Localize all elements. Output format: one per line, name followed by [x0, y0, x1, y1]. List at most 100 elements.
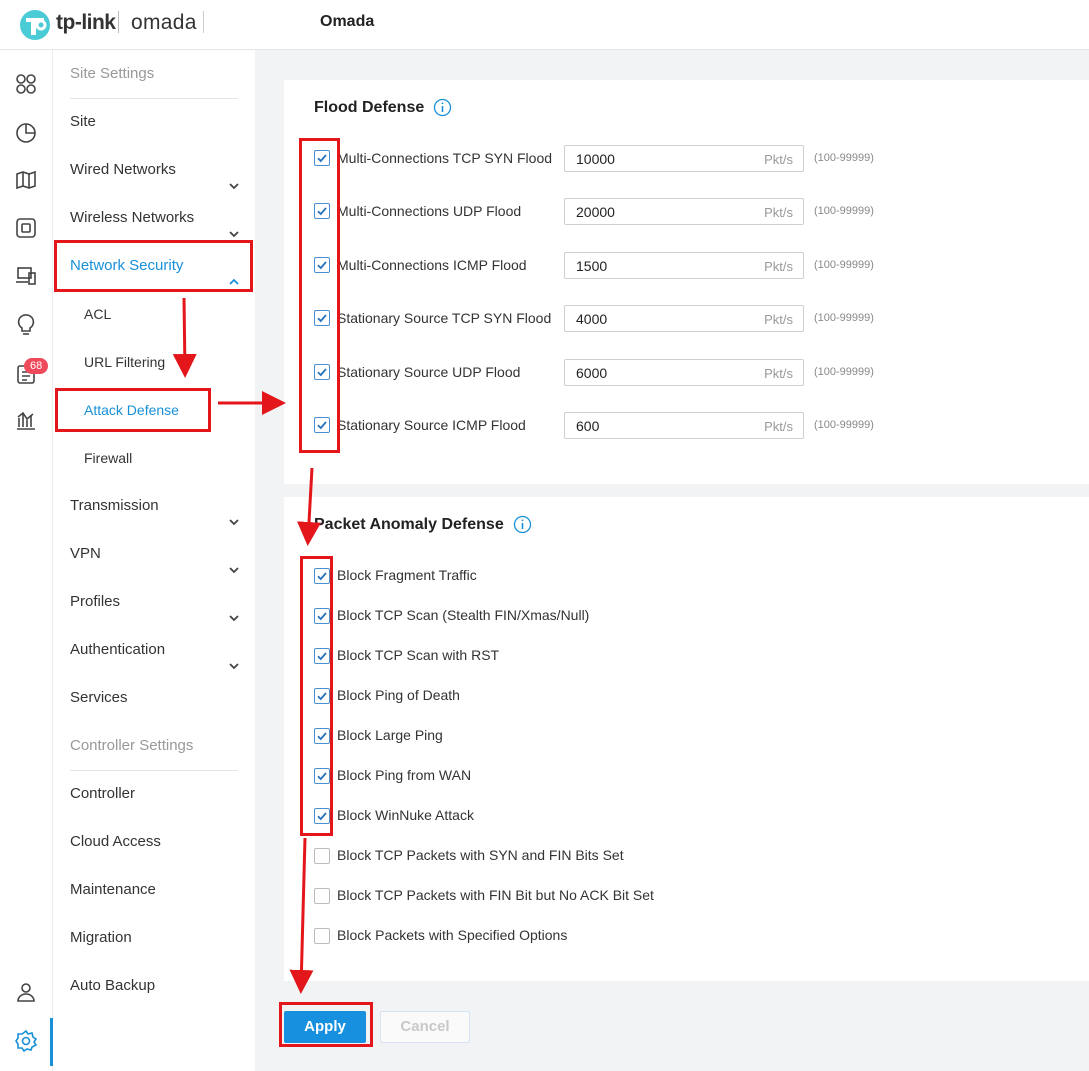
menu-item-migration[interactable]: Migration: [70, 914, 240, 962]
menu-item-wireless-networks[interactable]: Wireless Networks: [70, 194, 240, 242]
threshold-input[interactable]: 20000 Pkt/s: [564, 198, 804, 226]
chevron-down-icon: [228, 212, 240, 238]
threshold-range: (100-99999): [814, 419, 874, 431]
threshold-value: 20000: [576, 204, 615, 221]
anomaly-row-label: Block Packets with Specified Options: [337, 927, 568, 943]
threshold-unit: Pkt/s: [764, 152, 793, 167]
annotation-box-anomaly-checkboxes: [300, 556, 333, 836]
flood-row-label: Multi-Connections ICMP Flood: [337, 256, 527, 273]
insights-icon[interactable]: [14, 312, 38, 336]
account-icon[interactable]: [14, 980, 38, 1004]
menu-item-firewall[interactable]: Firewall: [84, 434, 254, 482]
menu-item-label: Profiles: [70, 593, 121, 610]
anomaly-row-label: Block Large Ping: [337, 727, 443, 743]
menu-item-label: Wireless Networks: [70, 209, 195, 226]
clients-icon[interactable]: [14, 264, 38, 288]
threshold-value: 4000: [576, 311, 608, 328]
menu-item-cloud-access[interactable]: Cloud Access: [70, 818, 240, 866]
menu-item-profiles[interactable]: Profiles: [70, 578, 240, 626]
threshold-unit: Pkt/s: [764, 205, 793, 221]
threshold-input[interactable]: 4000 Pkt/s: [564, 305, 804, 333]
threshold-unit: Pkt/s: [764, 312, 793, 328]
menu-item-label: Wired Networks: [70, 161, 176, 178]
annotation-box-flood-checkboxes: [299, 138, 340, 453]
info-icon[interactable]: [433, 98, 452, 117]
checkbox-unchecked[interactable]: [314, 888, 330, 904]
menu-item-acl[interactable]: ACL: [84, 290, 254, 338]
flood-defense-title: Flood Defense: [314, 99, 425, 116]
threshold-value: 6000: [576, 364, 608, 381]
checkbox-unchecked[interactable]: [314, 928, 330, 944]
cancel-button[interactable]: Cancel: [380, 1011, 470, 1043]
site-title[interactable]: Omada: [320, 13, 374, 31]
settings-menu: Site Settings Site Wired Networks Wirele…: [53, 50, 255, 1071]
anomaly-row-label: Block TCP Packets with SYN and FIN Bits …: [337, 847, 624, 863]
flood-row-label: Stationary Source ICMP Flood: [337, 417, 526, 433]
threshold-range: (100-99999): [814, 365, 874, 378]
dashboard-icon[interactable]: [14, 72, 38, 96]
threshold-input[interactable]: 1500 Pkt/s: [564, 251, 804, 279]
menu-item-site[interactable]: Site: [70, 98, 240, 146]
threshold-value: 10000: [576, 151, 615, 167]
packet-anomaly-title: Packet Anomaly Defense: [314, 516, 504, 533]
threshold-input[interactable]: 600 Pkt/s: [564, 412, 804, 439]
menu-item-label: Transmission: [70, 497, 159, 514]
threshold-input[interactable]: 10000 Pkt/s: [564, 145, 804, 172]
menu-item-wired-networks[interactable]: Wired Networks: [70, 146, 240, 194]
threshold-unit: Pkt/s: [764, 365, 793, 381]
logo-divider: [118, 11, 119, 33]
threshold-range: (100-99999): [814, 258, 874, 271]
threshold-unit: Pkt/s: [764, 258, 793, 274]
top-bar: tp-link omada Omada: [0, 0, 1089, 50]
menu-item-vpn[interactable]: VPN: [70, 530, 240, 578]
flood-defense-card: Flood Defense Multi-Connections TCP SYN …: [284, 80, 1089, 484]
flood-row-label: Multi-Connections TCP SYN Flood: [337, 150, 553, 166]
menu-item-controller[interactable]: Controller: [70, 770, 240, 818]
icon-rail: 68: [0, 50, 53, 1071]
tp-link-logo-icon: [20, 10, 50, 40]
chevron-down-icon: [228, 596, 240, 622]
threshold-value: 1500: [576, 257, 608, 274]
threshold-unit: Pkt/s: [764, 419, 793, 434]
menu-item-maintenance[interactable]: Maintenance: [70, 866, 240, 914]
flood-row-label: Multi-Connections UDP Flood: [337, 203, 522, 220]
settings-icon[interactable]: [14, 1029, 38, 1053]
anomaly-row-label: Block Ping from WAN: [337, 767, 472, 783]
brand-name: tp-link: [56, 11, 116, 34]
chevron-down-icon: [228, 548, 240, 574]
menu-section-controller-settings: Controller Settings: [70, 737, 194, 754]
threshold-range: (100-99999): [814, 205, 874, 218]
anomaly-row-label: Block TCP Scan with RST: [337, 647, 500, 663]
threshold-input[interactable]: 6000 Pkt/s: [564, 358, 804, 386]
menu-item-auto-backup[interactable]: Auto Backup: [70, 962, 240, 1010]
statistics-icon[interactable]: [14, 120, 38, 144]
threshold-range: (100-99999): [814, 312, 874, 325]
menu-item-label: Authentication: [70, 641, 166, 658]
map-icon[interactable]: [14, 168, 38, 192]
packet-anomaly-card: Packet Anomaly Defense Block Fragment Tr…: [284, 497, 1089, 981]
menu-item-label: VPN: [70, 545, 101, 562]
logo-divider: [203, 11, 204, 33]
reports-icon[interactable]: [14, 408, 38, 432]
flood-row-label: Stationary Source TCP SYN Flood: [337, 310, 552, 327]
menu-item-transmission[interactable]: Transmission: [70, 482, 240, 530]
info-icon[interactable]: [513, 515, 532, 534]
annotation-box-attack-defense: [55, 388, 211, 432]
menu-item-authentication[interactable]: Authentication: [70, 626, 240, 674]
devices-icon[interactable]: [14, 216, 38, 240]
anomaly-row-label: Block Fragment Traffic: [337, 567, 477, 583]
annotation-box-apply: [279, 1002, 373, 1047]
menu-section-site-settings: Site Settings: [70, 65, 155, 82]
logs-badge: 68: [24, 358, 49, 374]
checkbox-unchecked[interactable]: [314, 848, 330, 864]
chevron-down-icon: [228, 500, 240, 526]
chevron-down-icon: [228, 164, 240, 190]
menu-item-services[interactable]: Services: [70, 674, 240, 722]
anomaly-row-label: Block Ping of Death: [337, 687, 460, 703]
anomaly-row-label: Block TCP Scan (Stealth FIN/Xmas/Null): [337, 607, 590, 623]
flood-row-label: Stationary Source UDP Flood: [337, 363, 521, 380]
threshold-range: (100-99999): [814, 152, 874, 164]
anomaly-row-label: Block TCP Packets with FIN Bit but No AC…: [337, 887, 654, 903]
threshold-value: 600: [576, 418, 600, 434]
menu-item-url-filtering[interactable]: URL Filtering: [84, 338, 254, 386]
